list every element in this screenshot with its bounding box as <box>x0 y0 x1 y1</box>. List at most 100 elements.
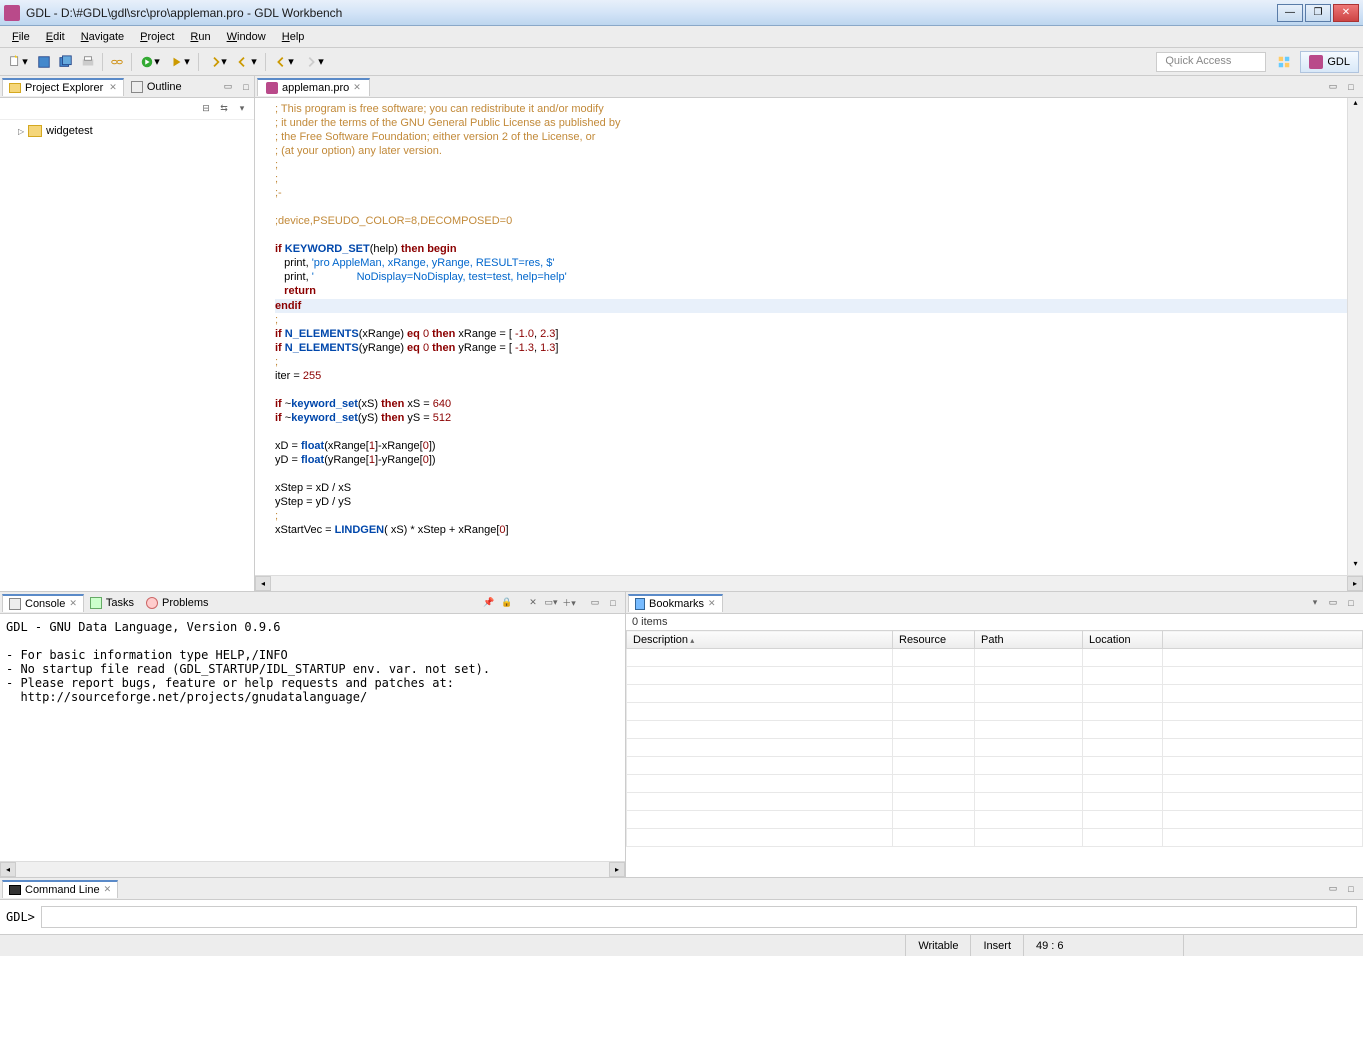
window-controls: — ❐ ✕ <box>1277 4 1359 22</box>
pin-console-button[interactable]: 📌 <box>481 595 497 611</box>
run-last-button[interactable]: ▾ <box>166 52 194 72</box>
tab-commandline[interactable]: Command Line ✕ <box>2 880 118 898</box>
tab-label: Bookmarks <box>649 598 704 610</box>
bookmarks-maximize-button[interactable]: □ <box>1343 595 1359 611</box>
status-bar: Writable Insert 49 : 6 <box>0 934 1363 956</box>
link-editor-button[interactable]: ⇆ <box>216 101 232 117</box>
link-button[interactable] <box>107 52 127 72</box>
new-button[interactable]: ▾ <box>4 52 32 72</box>
print-button[interactable] <box>78 52 98 72</box>
menu-bar: File Edit Navigate Project Run Window He… <box>0 26 1363 48</box>
bookmarks-menu-button[interactable]: ▾ <box>1307 595 1323 611</box>
bookmarks-table[interactable]: Description Resource Path Location <box>626 630 1363 847</box>
scroll-left-icon[interactable]: ◂ <box>0 862 16 877</box>
expand-icon[interactable]: ▷ <box>18 127 24 136</box>
scroll-lock-button[interactable]: 🔒 <box>499 595 515 611</box>
col-resource[interactable]: Resource <box>893 631 975 649</box>
bookmarks-pane: Bookmarks ✕ ▾ ▭ □ 0 items Description Re… <box>626 592 1363 877</box>
next-annotation-button[interactable]: ▾ <box>203 52 231 72</box>
clear-console-button[interactable]: ✕ <box>525 595 541 611</box>
col-description[interactable]: Description <box>627 631 893 649</box>
tab-project-explorer[interactable]: Project Explorer ✕ <box>2 78 124 96</box>
scroll-right-icon[interactable]: ▸ <box>1347 576 1363 591</box>
cmdline-minimize-button[interactable]: ▭ <box>1325 881 1341 897</box>
commandline-body: GDL> <box>0 900 1363 934</box>
menu-help[interactable]: Help <box>274 29 313 45</box>
bottom-panes: Console ✕ Tasks Problems 📌 🔒 ✕ ▭▾ ＋▾ <box>0 592 1363 878</box>
project-tree[interactable]: ▷ widgetest <box>0 120 254 591</box>
console-icon <box>9 598 21 610</box>
close-icon[interactable]: ✕ <box>104 884 112 895</box>
minimize-button[interactable]: — <box>1277 4 1303 22</box>
bookmarks-count: 0 items <box>626 614 1363 630</box>
col-location[interactable]: Location <box>1083 631 1163 649</box>
scroll-left-icon[interactable]: ◂ <box>255 576 271 591</box>
scroll-down-icon[interactable]: ▾ <box>1348 559 1363 575</box>
tab-label: Project Explorer <box>25 82 103 94</box>
window-title: GDL - D:\#GDL\gdl\src\pro\appleman.pro -… <box>26 6 1277 20</box>
console-tabs: Console ✕ Tasks Problems 📌 🔒 ✕ ▭▾ ＋▾ <box>0 592 625 614</box>
save-button[interactable] <box>34 52 54 72</box>
menu-project[interactable]: Project <box>132 29 182 45</box>
code-editor[interactable]: ; This program is free software; you can… <box>255 98 1363 575</box>
project-explorer-tabs: Project Explorer ✕ Outline ▭ □ <box>0 76 254 98</box>
tab-label: Tasks <box>106 597 134 609</box>
bookmarks-tabs: Bookmarks ✕ ▾ ▭ □ <box>626 592 1363 614</box>
view-maximize-button[interactable]: □ <box>238 79 254 95</box>
collapse-all-button[interactable]: ⊟ <box>198 101 214 117</box>
workbench: Project Explorer ✕ Outline ▭ □ ⊟ ⇆ ▾ ▷ w… <box>0 76 1363 592</box>
close-icon[interactable]: ✕ <box>708 598 716 609</box>
editor-minimize-button[interactable]: ▭ <box>1325 79 1341 95</box>
tab-appleman[interactable]: appleman.pro ✕ <box>257 78 370 96</box>
console-h-scrollbar[interactable]: ◂ ▸ <box>0 861 625 877</box>
close-button[interactable]: ✕ <box>1333 4 1359 22</box>
close-icon[interactable]: ✕ <box>109 82 117 93</box>
run-button[interactable]: ▾ <box>136 52 164 72</box>
menu-file[interactable]: File <box>4 29 38 45</box>
save-all-button[interactable] <box>56 52 76 72</box>
menu-window[interactable]: Window <box>219 29 274 45</box>
console-output[interactable]: GDL - GNU Data Language, Version 0.9.6 -… <box>0 614 625 861</box>
window-titlebar: GDL - D:\#GDL\gdl\src\pro\appleman.pro -… <box>0 0 1363 26</box>
menu-navigate[interactable]: Navigate <box>73 29 132 45</box>
menu-run[interactable]: Run <box>182 29 218 45</box>
gdl-perspective-button[interactable]: GDL <box>1300 51 1359 73</box>
close-icon[interactable]: ✕ <box>353 82 361 93</box>
perspective-icon <box>1309 55 1323 69</box>
tab-bookmarks[interactable]: Bookmarks ✕ <box>628 594 723 612</box>
display-console-button[interactable]: ▭▾ <box>543 595 559 611</box>
tab-tasks[interactable]: Tasks <box>84 594 140 612</box>
tab-problems[interactable]: Problems <box>140 594 214 612</box>
editor-maximize-button[interactable]: □ <box>1343 79 1359 95</box>
tasks-icon <box>90 597 102 609</box>
view-menu-button[interactable]: ▾ <box>234 101 250 117</box>
col-spacer <box>1163 631 1363 649</box>
scroll-up-icon[interactable]: ▴ <box>1348 98 1363 114</box>
new-console-button[interactable]: ＋▾ <box>561 595 577 611</box>
outline-icon <box>131 81 143 93</box>
back-button[interactable]: ▾ <box>270 52 298 72</box>
console-maximize-button[interactable]: □ <box>605 595 621 611</box>
bookmarks-minimize-button[interactable]: ▭ <box>1325 595 1341 611</box>
scroll-right-icon[interactable]: ▸ <box>609 862 625 877</box>
maximize-button[interactable]: ❐ <box>1305 4 1331 22</box>
cmdline-maximize-button[interactable]: □ <box>1343 881 1359 897</box>
perspective-label: GDL <box>1327 56 1350 68</box>
menu-edit[interactable]: Edit <box>38 29 73 45</box>
commandline-input[interactable] <box>41 906 1357 928</box>
open-perspective-button[interactable] <box>1274 52 1294 72</box>
editor-v-scrollbar[interactable]: ▴ ▾ <box>1347 98 1363 575</box>
editor-h-scrollbar[interactable]: ◂ ▸ <box>255 575 1363 591</box>
console-minimize-button[interactable]: ▭ <box>587 595 603 611</box>
close-icon[interactable]: ✕ <box>69 598 77 609</box>
view-minimize-button[interactable]: ▭ <box>220 79 236 95</box>
folder-icon <box>9 83 21 93</box>
tab-outline[interactable]: Outline <box>124 78 189 95</box>
forward-button[interactable]: ▾ <box>300 52 328 72</box>
tab-label: Console <box>25 598 65 610</box>
tree-item-widgetest[interactable]: ▷ widgetest <box>4 124 250 138</box>
quick-access-input[interactable]: Quick Access <box>1156 52 1266 72</box>
prev-annotation-button[interactable]: ▾ <box>233 52 261 72</box>
col-path[interactable]: Path <box>975 631 1083 649</box>
tab-console[interactable]: Console ✕ <box>2 594 84 612</box>
